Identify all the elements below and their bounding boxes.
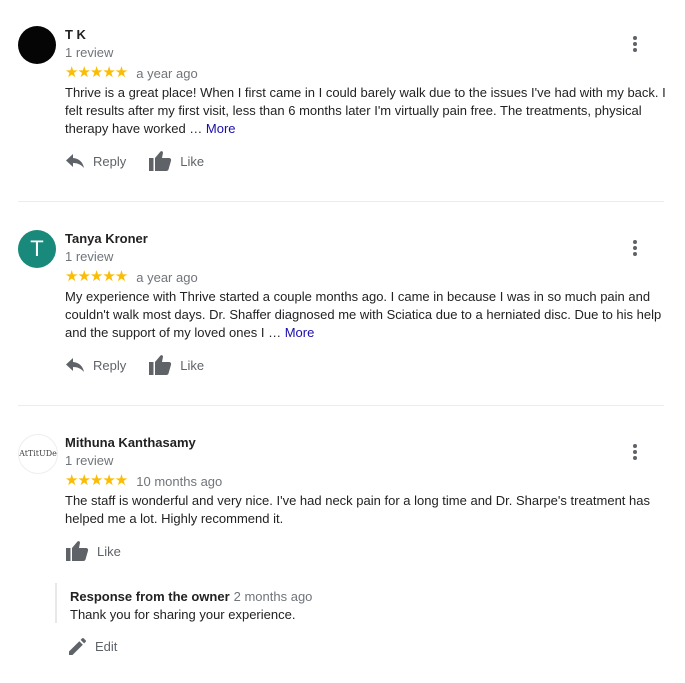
review-card: AtTitUDe Mithuna Kanthasamy 1 review ★★★… [0, 434, 685, 574]
review-actions: Reply Like [65, 354, 204, 376]
reviewer-name[interactable]: T K [65, 27, 86, 42]
review-count: 1 review [65, 249, 114, 264]
reviewer-avatar[interactable] [18, 26, 56, 64]
pencil-icon [69, 638, 86, 655]
like-button[interactable]: Like [148, 354, 204, 376]
divider [18, 201, 664, 202]
review-body: Thrive is a great place! When I first ca… [65, 85, 666, 136]
thumbs-up-icon [149, 355, 172, 375]
more-options-icon[interactable] [628, 443, 642, 461]
divider [18, 405, 664, 406]
like-label: Like [180, 357, 205, 373]
thumbs-up-icon [149, 151, 172, 171]
more-link[interactable]: More [206, 121, 236, 136]
owner-response-time: 2 months ago [233, 589, 313, 604]
reply-icon [66, 154, 84, 168]
rating-row: ★★★★★ a year ago [65, 269, 198, 285]
review-time: a year ago [136, 269, 198, 285]
review-body: The staff is wonderful and very nice. I'… [65, 493, 650, 526]
more-options-icon[interactable] [628, 35, 642, 53]
rating-row: ★★★★★ a year ago [65, 65, 198, 81]
edit-label: Edit [95, 639, 118, 654]
owner-response-title: Response from the owner [70, 589, 230, 604]
reviewer-name[interactable]: Mithuna Kanthasamy [65, 435, 196, 450]
reply-label: Reply [93, 357, 127, 373]
review-actions: Like [65, 540, 121, 562]
review-time: a year ago [136, 65, 198, 81]
like-label: Like [97, 543, 121, 559]
review-body: My experience with Thrive started a coup… [65, 289, 662, 340]
rating-row: ★★★★★ 10 months ago [65, 473, 222, 489]
review-actions: Reply Like [65, 150, 204, 172]
more-link[interactable]: More [285, 325, 315, 340]
reviewer-name[interactable]: Tanya Kroner [65, 231, 148, 246]
owner-response-text: Thank you for sharing your experience. [70, 607, 296, 622]
review-text: The staff is wonderful and very nice. I'… [65, 492, 671, 528]
reviewer-avatar[interactable]: T [18, 230, 56, 268]
edit-button[interactable]: Edit [68, 637, 117, 656]
thumbs-up-icon [66, 541, 89, 561]
review-text: My experience with Thrive started a coup… [65, 288, 671, 342]
like-button[interactable]: Like [148, 150, 204, 172]
star-rating: ★★★★★ [65, 268, 128, 285]
review-card: T Tanya Kroner 1 review ★★★★★ a year ago… [0, 230, 685, 400]
reply-button[interactable]: Reply [65, 153, 126, 169]
review-count: 1 review [65, 45, 114, 60]
review-card: T K 1 review ★★★★★ a year ago Thrive is … [0, 26, 685, 196]
like-button[interactable]: Like [65, 540, 121, 562]
star-rating: ★★★★★ [65, 64, 128, 81]
owner-response: Response from the owner 2 months ago Than… [55, 583, 657, 623]
reply-label: Reply [93, 153, 127, 169]
like-label: Like [180, 153, 205, 169]
owner-response-header: Response from the owner 2 months ago [70, 589, 312, 604]
reviewer-avatar[interactable]: AtTitUDe [18, 434, 58, 474]
review-time: 10 months ago [136, 473, 223, 489]
review-count: 1 review [65, 453, 114, 468]
reply-button[interactable]: Reply [65, 357, 126, 373]
reply-icon [66, 358, 84, 372]
star-rating: ★★★★★ [65, 472, 128, 489]
more-options-icon[interactable] [628, 239, 642, 257]
review-text: Thrive is a great place! When I first ca… [65, 84, 671, 138]
